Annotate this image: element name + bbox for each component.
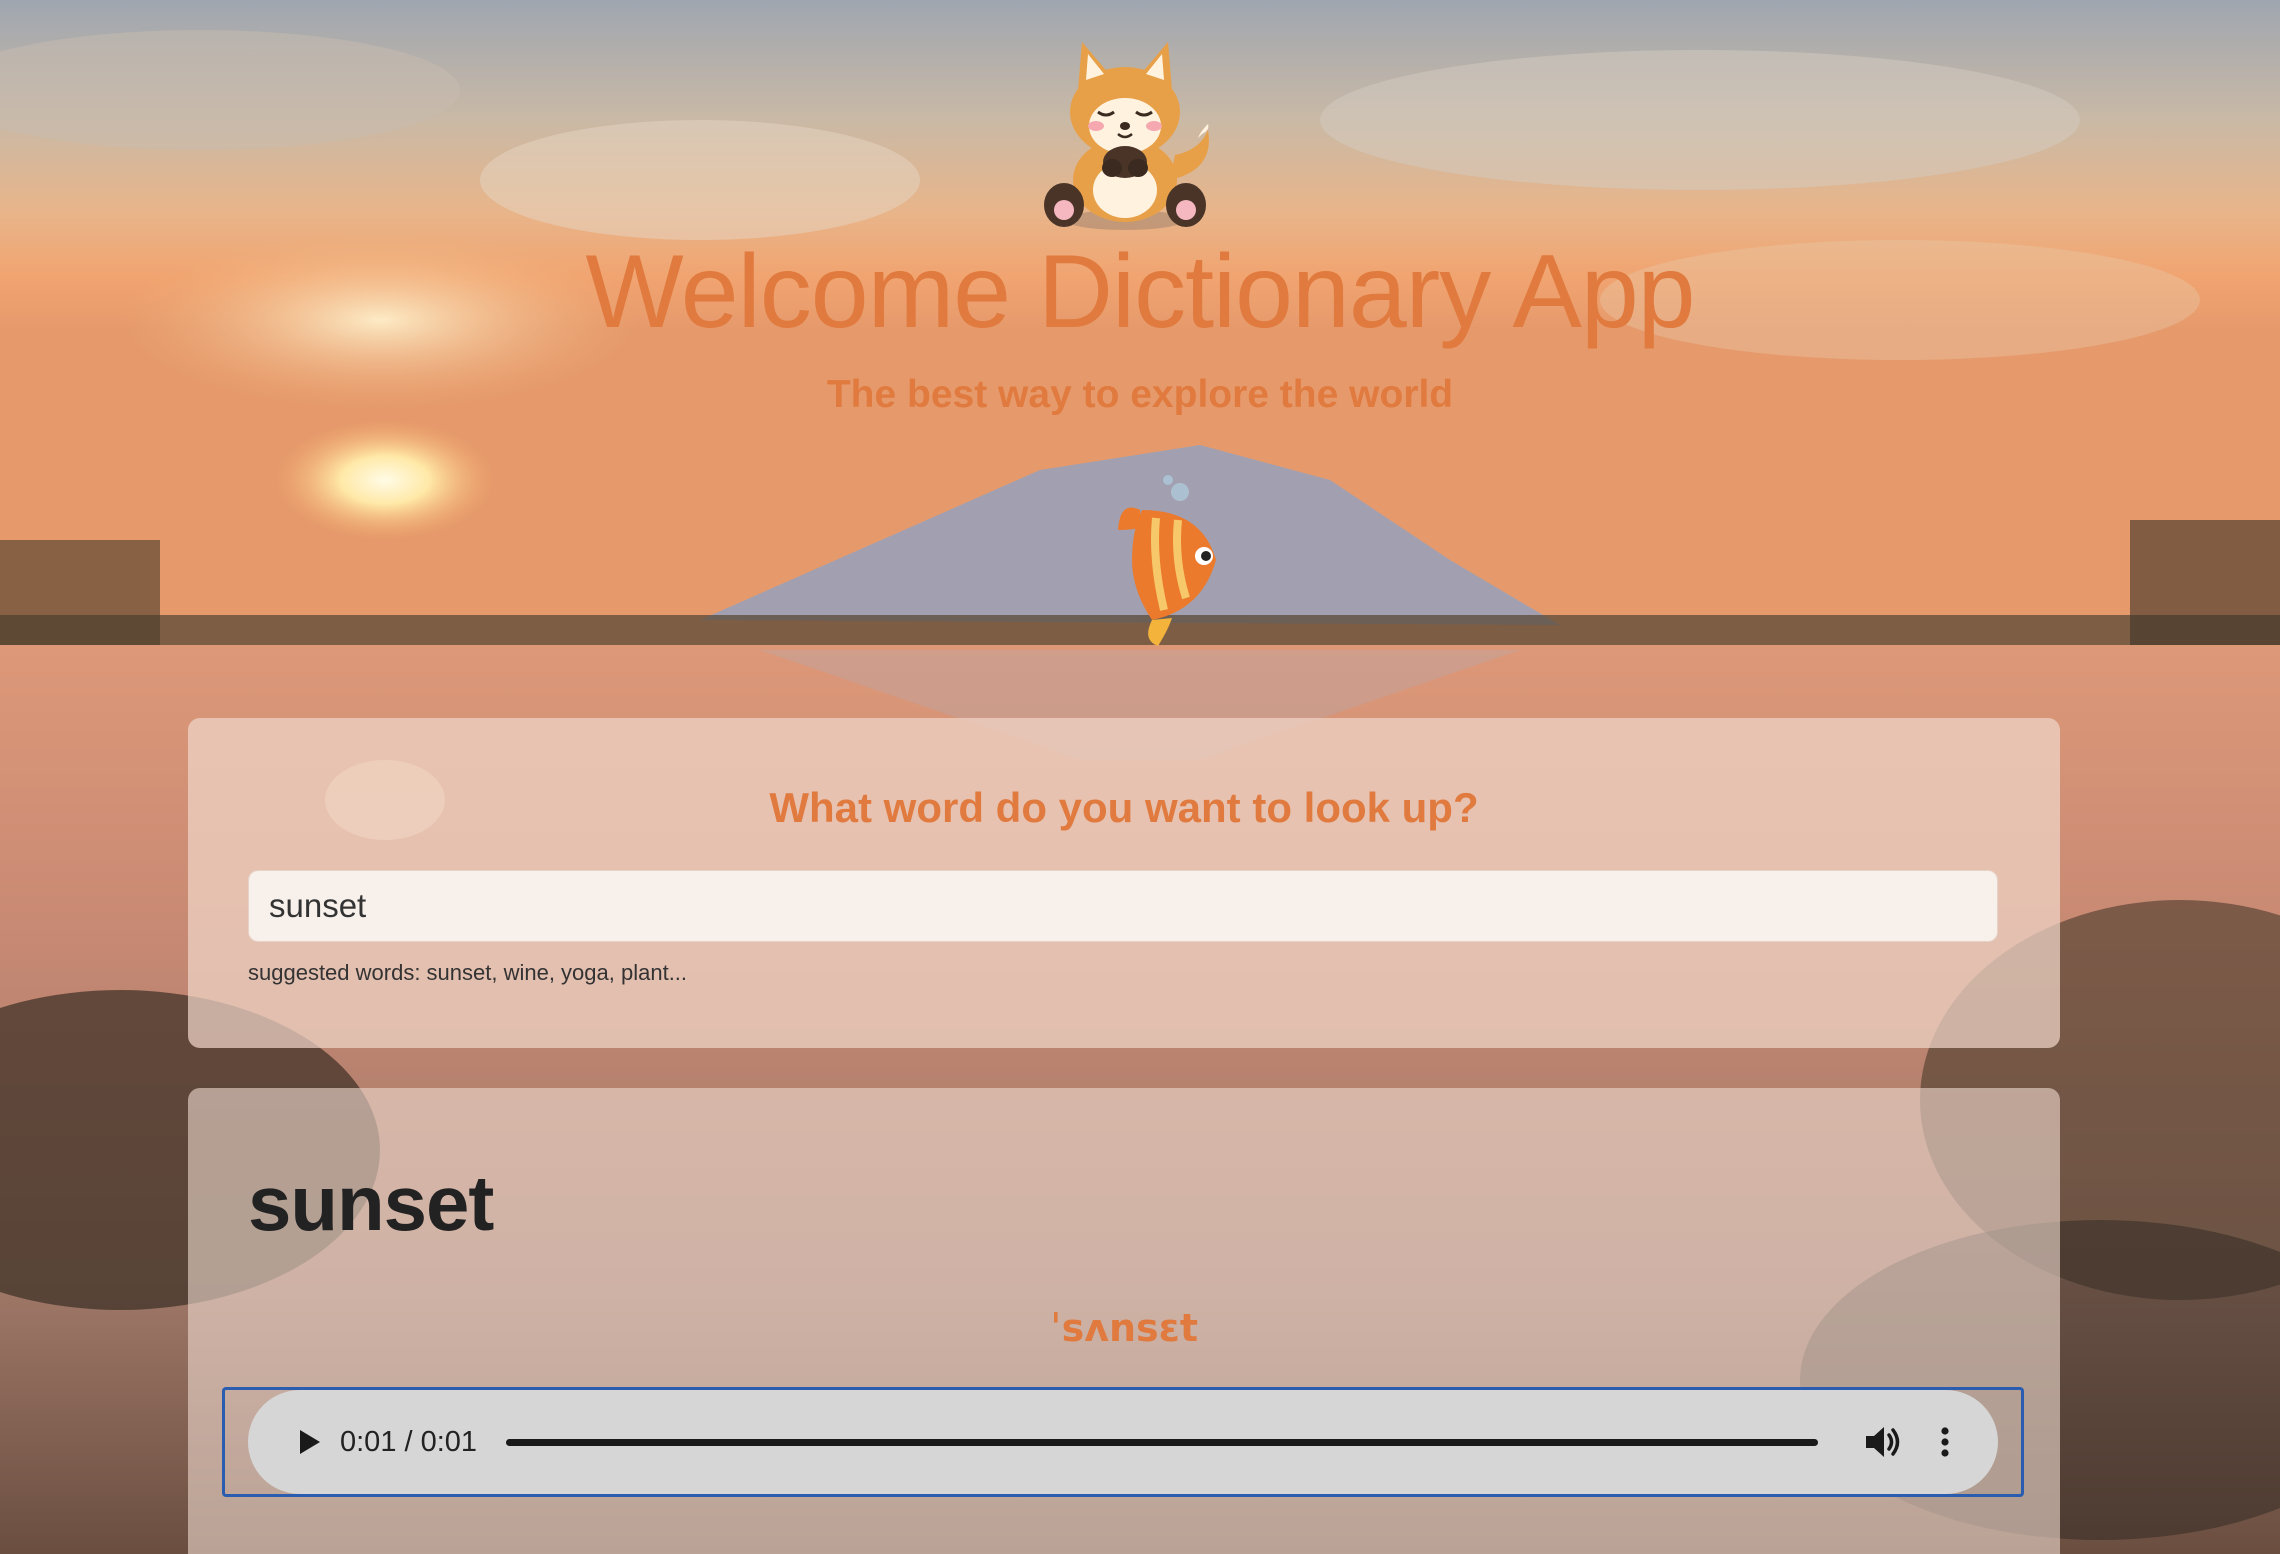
audio-progress-track[interactable] [506,1439,1818,1446]
search-heading: What word do you want to look up? [769,784,1479,831]
app-title: Welcome Dictionary App [585,234,1696,350]
fish-icon [1112,470,1222,650]
audio-progress-fill [506,1439,1818,1446]
search-input[interactable] [248,870,1998,942]
more-options-icon[interactable] [1932,1420,1958,1464]
pronunciation-audio-player[interactable]: 0:01 / 0:01 [248,1390,1998,1494]
play-icon[interactable] [286,1420,330,1464]
result-word-heading: sunset [248,1159,494,1247]
audio-time-readout: 0:01 / 0:01 [340,1426,478,1458]
volume-icon[interactable] [1860,1420,1904,1464]
search-card: What word do you want to look up? sugges… [188,718,2060,1048]
fox-mascot-icon [1030,30,1220,235]
suggested-words-hint: suggested words: sunset, wine, yoga, pla… [248,960,688,985]
app-subtitle: The best way to explore the world [826,373,1454,416]
phonetic-text: ˈsʌnsɛt [1049,1306,1198,1350]
